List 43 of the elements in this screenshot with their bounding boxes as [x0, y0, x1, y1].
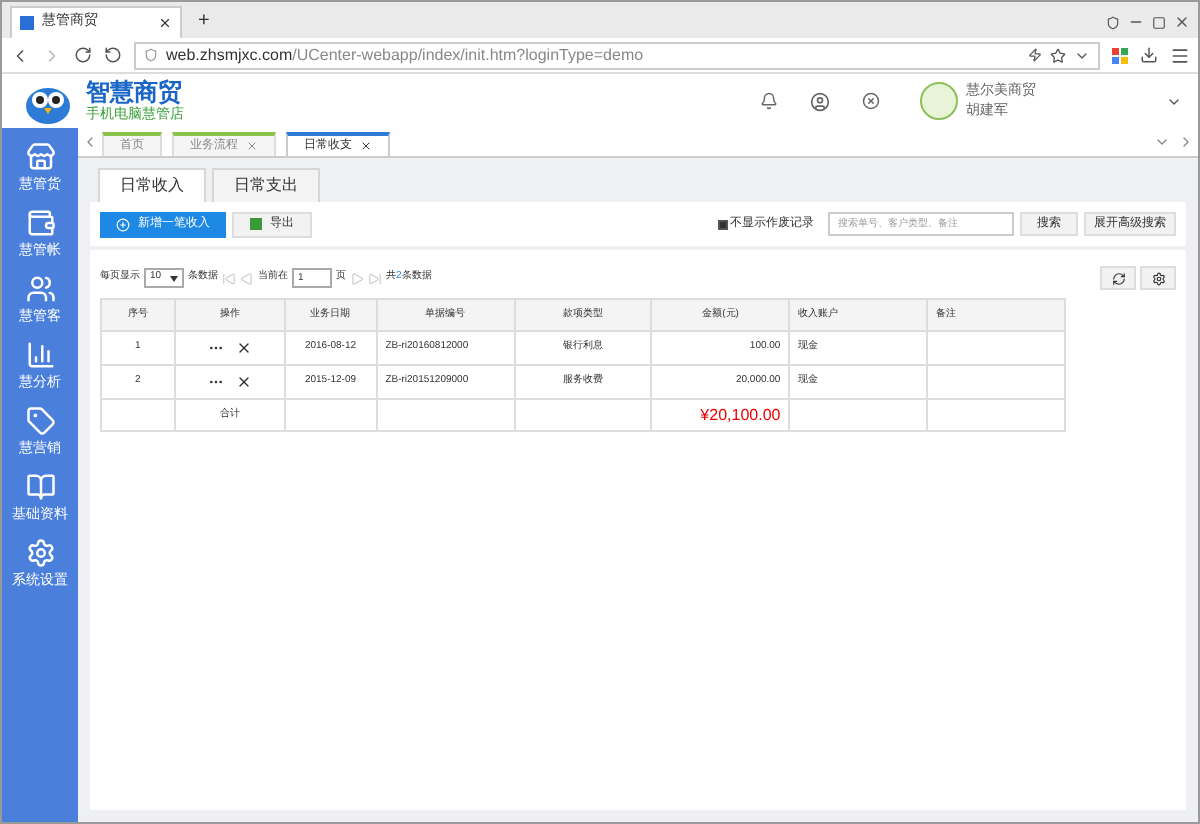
- menu-icon[interactable]: [1170, 45, 1190, 65]
- sub-tab[interactable]: 日常收入: [98, 168, 206, 202]
- user-icon[interactable]: [810, 91, 830, 111]
- settings-icon: [25, 537, 55, 568]
- star-icon[interactable]: [1050, 47, 1066, 63]
- close-icon[interactable]: [1174, 14, 1190, 30]
- favicon-icon: [20, 16, 34, 30]
- delete-icon[interactable]: [235, 374, 252, 390]
- caret-icon: [170, 275, 178, 281]
- refresh-icon: [1111, 271, 1125, 285]
- refresh-button[interactable]: [1100, 266, 1136, 290]
- close-icon[interactable]: [360, 140, 372, 152]
- delete-icon[interactable]: [235, 340, 252, 356]
- total-amount: ¥20,100.00: [651, 399, 790, 431]
- settings-icon: [1151, 271, 1165, 285]
- wallet-icon: [25, 207, 55, 238]
- settings-button[interactable]: [1140, 266, 1176, 290]
- undo-icon[interactable]: [104, 46, 122, 64]
- book-icon: [25, 471, 55, 502]
- maximize-icon[interactable]: [1152, 15, 1166, 29]
- excel-icon: [250, 218, 262, 230]
- apps-icon[interactable]: [1112, 47, 1128, 63]
- sub-tab[interactable]: 日常支出: [212, 168, 320, 202]
- shield-icon: [144, 48, 158, 62]
- avatar: [920, 82, 958, 120]
- store-icon: [25, 141, 55, 172]
- users-icon: [25, 273, 55, 304]
- new-tab-button[interactable]: +: [198, 6, 210, 36]
- download-icon[interactable]: [1140, 46, 1158, 64]
- bar-chart-icon: [25, 339, 55, 370]
- address-field[interactable]: web.zhsmjxc.com/UCenter-webapp/index/init.htm?loginType=demo: [134, 41, 1100, 69]
- scroll-left-icon[interactable]: [82, 134, 98, 150]
- scroll-right-icon[interactable]: [1178, 134, 1194, 150]
- reload-icon[interactable]: [74, 46, 92, 64]
- plus-icon: [116, 217, 130, 231]
- close-icon[interactable]: [158, 16, 172, 30]
- tag-icon: [25, 405, 55, 436]
- dropdown-icon[interactable]: [1154, 134, 1170, 150]
- bell-icon[interactable]: [760, 92, 778, 110]
- close-circle-icon[interactable]: [862, 92, 880, 110]
- shield-icon: [1106, 15, 1120, 29]
- brand-name: 智慧商贸: [86, 80, 184, 104]
- lightning-icon[interactable]: [1028, 48, 1042, 62]
